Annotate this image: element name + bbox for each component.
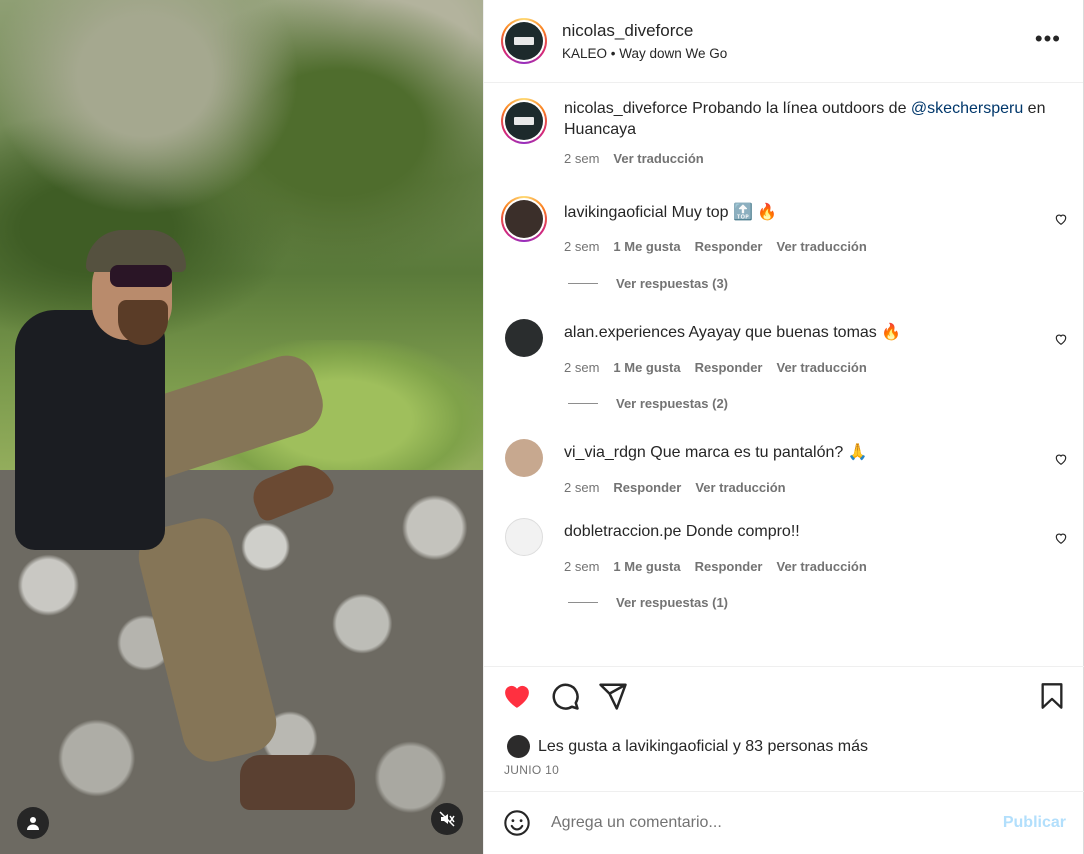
comment-likes[interactable]: 1 Me gusta: [613, 360, 680, 375]
comment-username[interactable]: alan.experiences: [564, 324, 685, 341]
view-replies-button[interactable]: Ver respuestas (1): [568, 595, 728, 610]
speaker-muted-icon: [439, 811, 455, 827]
comment-body: Donde compro!!: [685, 523, 800, 540]
share-icon[interactable]: [598, 681, 628, 711]
comment-text: alan.experiences Ayayay que buenas tomas…: [564, 322, 901, 357]
comment-text: lavikingaoficial Muy top 🔝 🔥: [564, 202, 777, 242]
comment-username[interactable]: vi_via_rdgn: [564, 444, 646, 461]
reply-button[interactable]: Responder: [695, 239, 763, 254]
post-actions: Les gusta a lavikingaoficial y 83 person…: [484, 666, 1084, 791]
comment-username[interactable]: dobletraccion.pe: [564, 523, 681, 540]
translate-button[interactable]: Ver traducción: [777, 239, 867, 254]
person-torso: [15, 310, 165, 550]
comment-likes[interactable]: 1 Me gusta: [613, 239, 680, 254]
view-replies-button[interactable]: Ver respuestas (3): [568, 276, 728, 291]
likes-summary: Les gusta a lavikingaoficial y 83 person…: [507, 735, 868, 758]
comment-body: Muy top 🔝 🔥: [671, 204, 778, 221]
caption: nicolas_diveforce Probando la línea outd…: [501, 98, 1071, 166]
comment-username[interactable]: lavikingaoficial: [564, 204, 667, 221]
translate-button[interactable]: Ver traducción: [695, 480, 785, 495]
comments-list: nicolas_diveforce Probando la línea outd…: [484, 83, 1084, 666]
caption-text: nicolas_diveforce Probando la línea outd…: [564, 98, 1054, 144]
translate-button[interactable]: Ver traducción: [777, 360, 867, 375]
like-comment-heart-icon[interactable]: [1054, 212, 1068, 226]
music-info[interactable]: KALEO • Way down We Go: [562, 46, 727, 61]
person-boot-ground: [240, 755, 355, 810]
comment-item: alan.experiences Ayayay que buenas tomas…: [501, 319, 1071, 375]
comment-icon[interactable]: [550, 681, 580, 711]
tagged-users-button[interactable]: [17, 807, 49, 839]
comment-likes[interactable]: 1 Me gusta: [613, 559, 680, 574]
comment-time[interactable]: 2 sem: [564, 480, 599, 495]
reply-button[interactable]: Responder: [613, 480, 681, 495]
post-media[interactable]: [0, 0, 483, 854]
person-sunglasses: [110, 265, 172, 287]
comment-text: vi_via_rdgn Que marca es tu pantalón? 🙏: [564, 442, 868, 477]
caption-avatar[interactable]: [501, 98, 547, 144]
liker-username[interactable]: lavikingaoficial: [625, 738, 728, 756]
caption-body: Probando la línea outdoors de: [692, 100, 907, 117]
translate-button[interactable]: Ver traducción: [613, 151, 703, 166]
comment-item: lavikingaoficial Muy top 🔝 🔥 2 sem 1 Me …: [501, 196, 1071, 254]
author-username[interactable]: nicolas_diveforce: [562, 21, 727, 41]
publish-button[interactable]: Publicar: [1003, 814, 1066, 832]
emoji-icon[interactable]: [503, 809, 531, 837]
post-date[interactable]: JUNIO 10: [504, 763, 559, 777]
comment-avatar[interactable]: [501, 196, 547, 242]
comment-time[interactable]: 2 sem: [564, 559, 599, 574]
like-comment-heart-icon[interactable]: [1054, 531, 1068, 545]
comment-time[interactable]: 2 sem: [564, 360, 599, 375]
mute-button[interactable]: [431, 803, 463, 835]
post-header: nicolas_diveforce KALEO • Way down We Go…: [484, 0, 1083, 83]
view-replies-button[interactable]: Ver respuestas (2): [568, 396, 728, 411]
comment-avatar[interactable]: [505, 518, 543, 556]
likes-middle: y: [732, 737, 741, 755]
comment-item: vi_via_rdgn Que marca es tu pantalón? 🙏 …: [501, 439, 1071, 495]
comment-time[interactable]: 2 sem: [564, 239, 599, 254]
like-comment-heart-icon[interactable]: [1054, 332, 1068, 346]
translate-button[interactable]: Ver traducción: [777, 559, 867, 574]
comment-avatar[interactable]: [505, 439, 543, 477]
comment-body: Ayayay que buenas tomas 🔥: [688, 324, 902, 341]
user-icon: [27, 817, 39, 830]
reply-button[interactable]: Responder: [695, 360, 763, 375]
comment-body: Que marca es tu pantalón? 🙏: [650, 444, 868, 461]
author-avatar[interactable]: [501, 18, 547, 64]
reply-button[interactable]: Responder: [695, 559, 763, 574]
caption-time[interactable]: 2 sem: [564, 151, 599, 166]
post-side-panel: nicolas_diveforce KALEO • Way down We Go…: [483, 0, 1084, 854]
liker-avatar[interactable]: [507, 735, 530, 758]
comment-text: dobletraccion.pe Donde compro!!: [564, 521, 800, 556]
likes-others-link[interactable]: 83 personas más: [745, 738, 868, 756]
comment-composer: Publicar: [484, 791, 1084, 854]
comment-input[interactable]: [551, 814, 981, 832]
mention-link[interactable]: @skechersperu: [911, 100, 1023, 117]
caption-username[interactable]: nicolas_diveforce: [564, 100, 688, 117]
save-bookmark-icon[interactable]: [1038, 681, 1066, 711]
comment-item: dobletraccion.pe Donde compro!! 2 sem 1 …: [501, 518, 1071, 574]
like-comment-heart-icon[interactable]: [1054, 452, 1068, 466]
more-options-icon[interactable]: •••: [1035, 28, 1061, 50]
liked-heart-icon[interactable]: [502, 681, 532, 711]
likes-prefix: Les gusta a: [538, 737, 621, 755]
comment-avatar[interactable]: [505, 319, 543, 357]
